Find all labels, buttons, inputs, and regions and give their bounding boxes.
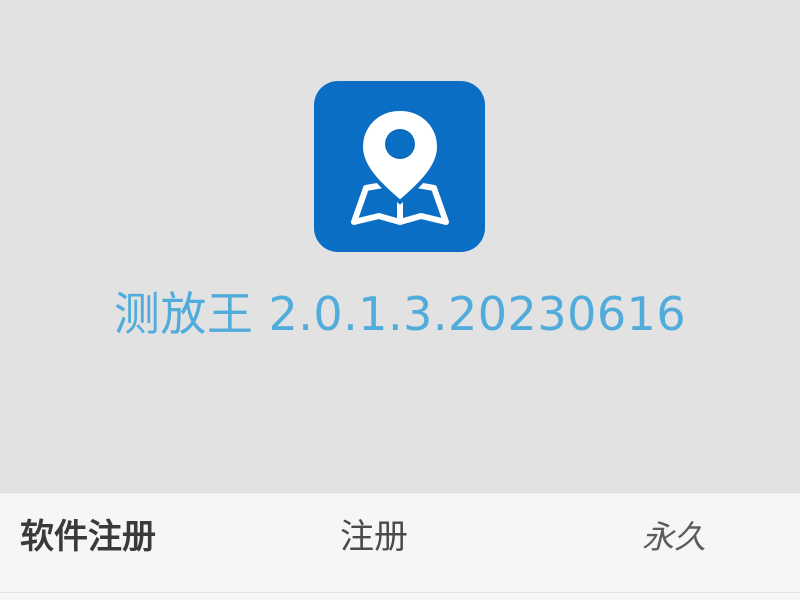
registration-label: 软件注册 bbox=[20, 517, 156, 557]
license-status-value: 永久 bbox=[641, 518, 706, 556]
software-registration-row: 软件注册 注册 永久 bbox=[0, 492, 800, 600]
app-logo-icon bbox=[314, 81, 485, 252]
register-button[interactable]: 注册 bbox=[340, 513, 408, 561]
app-info-header: 测放王 2.0.1.3.20230616 bbox=[0, 0, 800, 492]
divider bbox=[0, 592, 800, 593]
map-pin-icon bbox=[351, 106, 449, 225]
about-screen: 测放王 2.0.1.3.20230616 软件注册 注册 永久 bbox=[0, 0, 800, 600]
app-name-version: 测放王 2.0.1.3.20230616 bbox=[113, 287, 687, 341]
